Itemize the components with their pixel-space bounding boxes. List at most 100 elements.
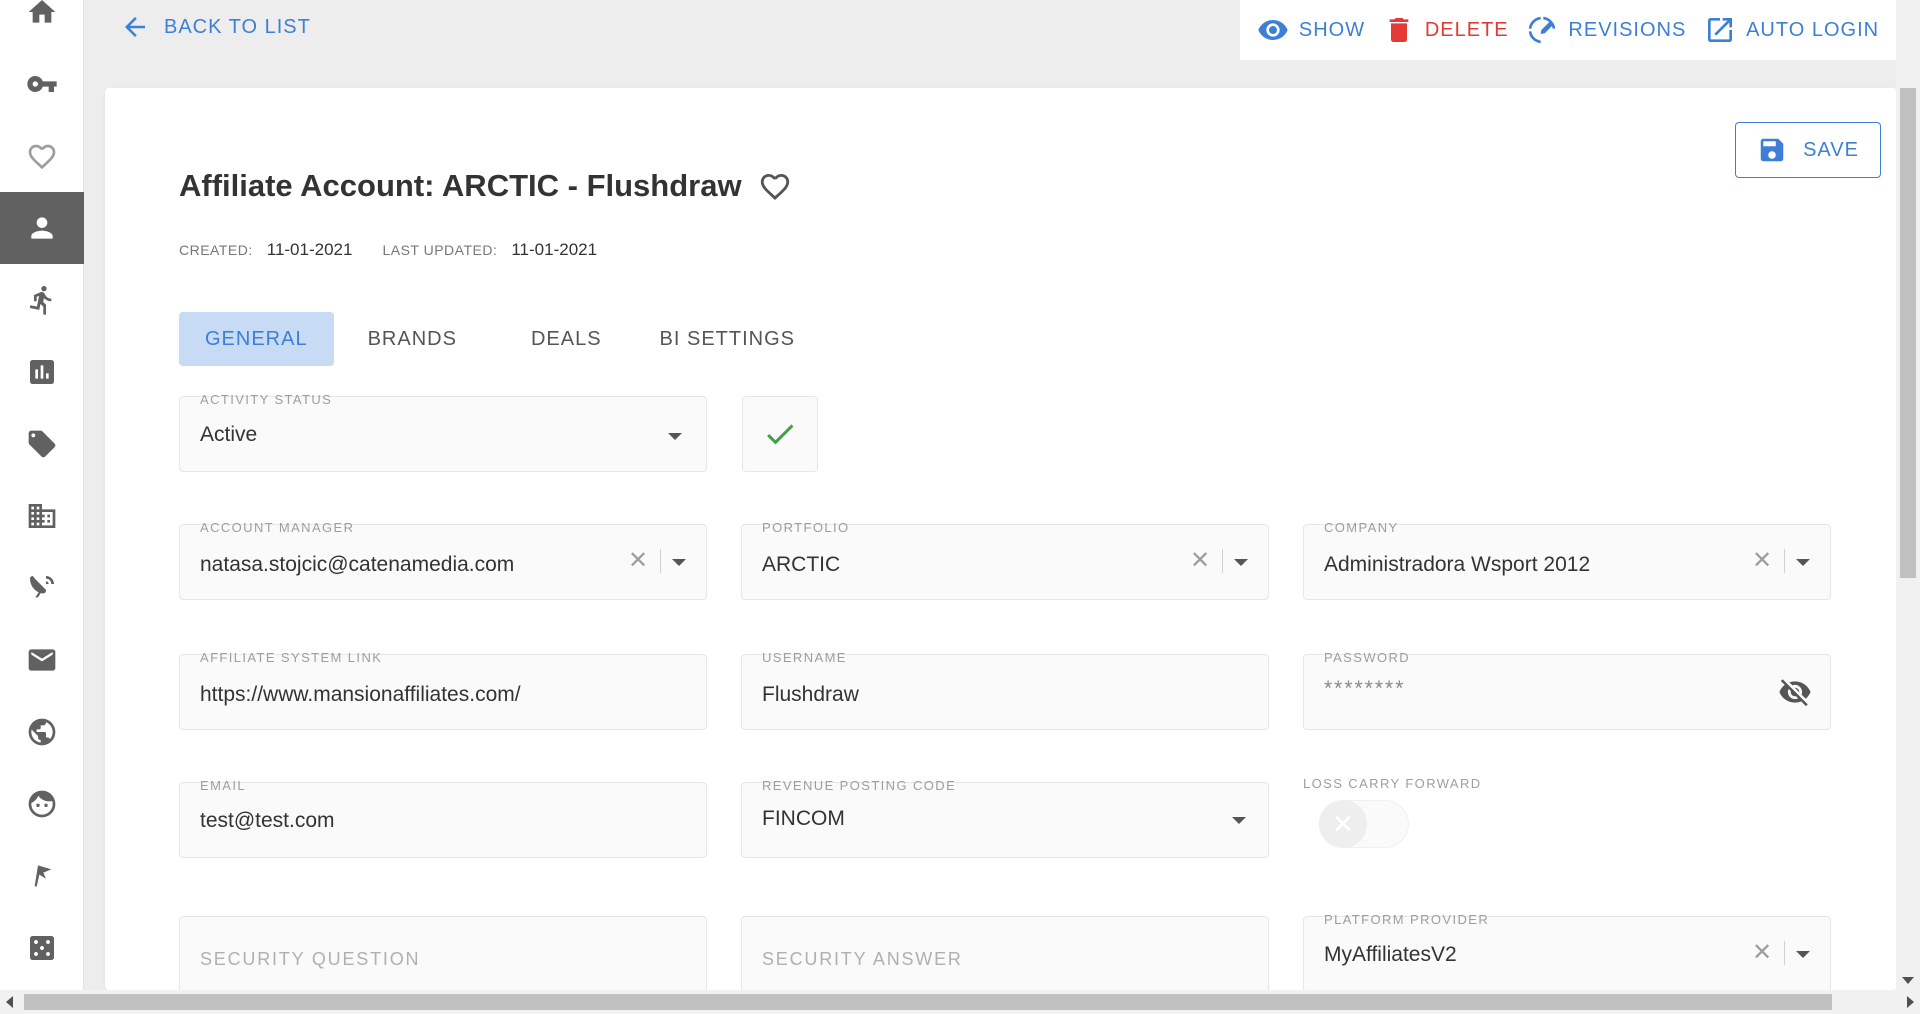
email-label: EMAIL [200,778,247,793]
home-icon [28,0,56,23]
show-label: SHOW [1298,18,1366,41]
affiliate-system-link-label: AFFILIATE SYSTEM LINK [200,650,383,665]
sidebar-item-companies[interactable] [0,480,84,552]
back-to-list-label: BACK TO LIST [164,15,311,38]
sidebar-item-keys[interactable] [0,48,84,120]
platform-provider-label: PLATFORM PROVIDER [1324,912,1490,927]
revisions-icon [1529,16,1556,44]
sidebar-item-tags[interactable] [0,408,84,480]
security-question-input[interactable]: SECURITY QUESTION [179,916,707,990]
chevron-down-icon[interactable] [1796,951,1810,958]
sidebar-item-activity[interactable] [0,264,84,336]
sidebar-item-home[interactable] [0,0,84,48]
revenue-posting-code-select[interactable]: REVENUE POSTING CODE FINCOM [741,778,1269,858]
portfolio-select[interactable]: PORTFOLIO ARCTIC ✕ [741,521,1269,600]
sidebar-item-users[interactable] [0,768,84,840]
sidebar-item-platforms[interactable] [0,552,84,624]
tab-brands[interactable]: BRANDS [342,312,483,366]
arrow-left-icon [125,17,145,37]
username-input[interactable]: USERNAME Flushdraw [741,650,1269,730]
platform-provider-select[interactable]: PLATFORM PROVIDER MyAffiliatesV2 ✕ [1303,912,1831,990]
save-button[interactable]: SAVE [1735,122,1881,178]
password-input[interactable]: PASSWORD ******** [1303,650,1831,730]
chevron-down-icon[interactable] [1234,559,1248,566]
security-answer-input[interactable]: SECURITY ANSWER [741,916,1269,990]
platform-provider-value: MyAffiliatesV2 [1324,943,1457,966]
account-manager-value: natasa.stojcic@catenamedia.com [200,553,515,576]
password-label: PASSWORD [1324,650,1411,665]
save-label: SAVE [1803,138,1859,161]
revenue-posting-code-label: REVENUE POSTING CODE [762,778,957,793]
scroll-left-icon[interactable] [6,996,13,1008]
sidebar-item-messages[interactable] [0,624,84,696]
eye-off-icon[interactable] [1778,675,1812,709]
mail-icon [28,649,56,671]
vertical-scrollbar-thumb[interactable] [1900,88,1916,578]
field-divider [1784,941,1785,965]
chevron-down-icon[interactable] [672,559,686,566]
company-value: Administradora Wsport 2012 [1324,553,1591,576]
sidebar-item-reports[interactable] [0,336,84,408]
sidebar-item-websites[interactable] [0,696,84,768]
email-value: test@test.com [200,809,335,832]
username-label: USERNAME [762,650,847,665]
account-manager-select[interactable]: ACCOUNT MANAGER natasa.stojcic@catenamed… [179,520,707,600]
back-to-list-link[interactable]: BACK TO LIST [120,10,311,44]
portfolio-value: ARCTIC [762,553,841,576]
sidebar-item-accounts[interactable] [0,192,84,264]
created-label: CREATED: [179,242,253,258]
building-icon [28,504,56,528]
tab-deals[interactable]: DEALS [505,312,628,366]
sidebar-item-campaigns[interactable] [0,840,84,912]
show-button[interactable]: SHOW [1257,14,1365,46]
tab-bar: GENERAL BRANDS DEALS BI SETTINGS [179,312,821,366]
page-title-text: Affiliate Account: ARCTIC - Flushdraw [179,168,742,203]
password-value: ******** [1324,677,1406,700]
activity-status-indicator [742,396,818,472]
sidebar-item-favorites[interactable] [0,120,84,192]
email-input[interactable]: EMAIL test@test.com [179,778,707,858]
revisions-label: REVISIONS [1568,18,1687,41]
horizontal-scrollbar[interactable] [0,990,1920,1014]
globe-icon [28,718,56,746]
scroll-right-icon[interactable] [1907,996,1914,1008]
affiliate-system-link-input[interactable]: AFFILIATE SYSTEM LINK https://www.mansio… [179,650,707,730]
flag-icon [34,865,52,887]
delete-button[interactable]: DELETE [1383,14,1509,46]
activity-status-select[interactable]: ACTIVITY STATUS Active [179,392,707,472]
scroll-down-icon[interactable] [1902,977,1914,984]
tab-bi-settings[interactable]: BI SETTINGS [634,312,821,366]
auto-login-button[interactable]: AUTO LOGIN [1704,14,1879,46]
delete-label: DELETE [1424,18,1509,41]
company-label: COMPANY [1324,520,1399,535]
account-card: SAVE Affiliate Account: ARCTIC - Flushdr… [105,88,1897,990]
dice-icon [30,936,54,960]
eye-icon [1258,20,1288,40]
activity-status-label: ACTIVITY STATUS [200,392,333,407]
clear-icon[interactable]: ✕ [1752,549,1772,573]
close-icon: ✕ [1319,800,1367,848]
vertical-scrollbar[interactable] [1896,0,1920,990]
bar-chart-icon [30,360,54,384]
horizontal-scrollbar-thumb[interactable] [24,994,1832,1010]
floppy-disk-icon [1760,138,1784,162]
tab-general[interactable]: GENERAL [179,312,334,366]
record-meta: CREATED: 11-01-2021 LAST UPDATED: 11-01-… [179,240,627,260]
security-answer-placeholder: SECURITY ANSWER [762,949,963,969]
loss-carry-forward-toggle[interactable]: ✕ [1313,792,1409,848]
chevron-down-icon [668,433,682,440]
chevron-down-icon[interactable] [1796,559,1810,566]
person-icon [31,217,53,239]
company-select[interactable]: COMPANY Administradora Wsport 2012 ✕ [1303,520,1831,600]
clear-icon[interactable]: ✕ [1190,549,1210,573]
clear-icon[interactable]: ✕ [1752,941,1772,965]
field-divider [660,549,661,573]
sidebar-item-games[interactable] [0,912,84,984]
field-divider [1784,549,1785,573]
clear-icon[interactable]: ✕ [628,549,648,573]
revisions-button[interactable]: REVISIONS [1526,14,1686,46]
running-person-icon [29,285,52,315]
heart-outline-icon[interactable] [758,169,792,203]
chevron-down-icon [1232,817,1246,824]
account-manager-label: ACCOUNT MANAGER [200,520,355,535]
